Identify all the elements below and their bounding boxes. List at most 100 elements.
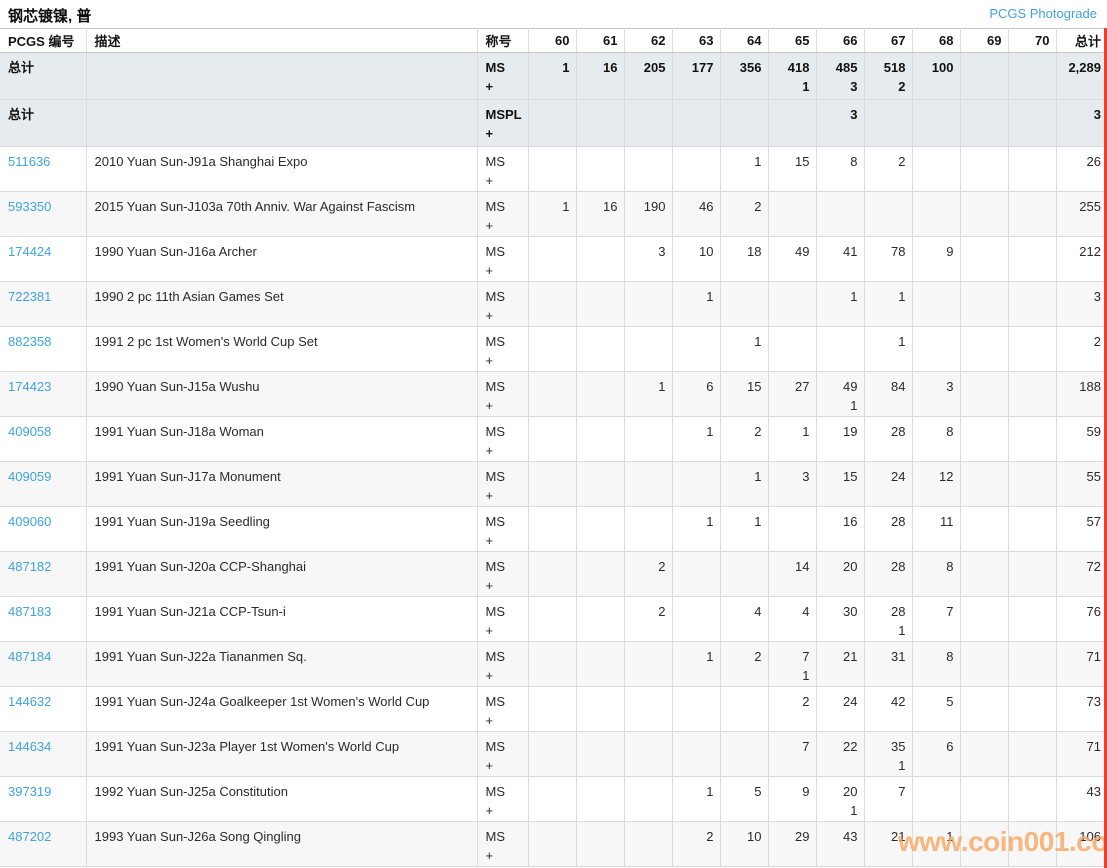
- pcgs-number-link[interactable]: 174424: [8, 244, 51, 259]
- total-count: 2: [1093, 334, 1101, 349]
- grade-62-cell: [623, 416, 673, 462]
- grade-count: 41: [843, 244, 858, 259]
- grade-68-cell: 8: [911, 551, 961, 597]
- grade-69-cell: [959, 236, 1009, 282]
- grade-plus-count: 3: [850, 79, 858, 94]
- grade-64-cell: 10: [719, 821, 769, 867]
- grade-69-cell: [959, 326, 1009, 372]
- designation-plus: +: [485, 713, 494, 728]
- grade-69-cell: [959, 52, 1009, 100]
- total-cell: 57: [1055, 506, 1107, 552]
- grade-count: 11: [940, 514, 954, 529]
- summary-label-cell: 总计: [0, 52, 87, 100]
- pcgs-number-link[interactable]: 593350: [8, 199, 51, 214]
- description-cell: 1991 Yuan Sun-J22a Tiananmen Sq.: [85, 641, 478, 687]
- grade-65-cell: 7: [767, 731, 817, 777]
- grade-count: 5: [946, 694, 954, 709]
- designation-cell: MS +: [476, 191, 529, 237]
- grade-61-cell: [575, 461, 625, 507]
- grade-65-cell: 418 1: [767, 52, 817, 100]
- total-count: 59: [1086, 424, 1101, 439]
- grade-61-cell: [575, 641, 625, 687]
- designation-plus: +: [485, 79, 494, 94]
- pcgs-number-link[interactable]: 397319: [8, 784, 51, 799]
- description-cell: 1992 Yuan Sun-J25a Constitution: [85, 776, 478, 822]
- total-cell: 212: [1055, 236, 1107, 282]
- grade-count: 12: [939, 469, 954, 484]
- total-count: 43: [1086, 784, 1101, 799]
- designation-plus: +: [485, 263, 494, 278]
- grade-64-cell: 356: [719, 52, 769, 100]
- pcgs-number-link[interactable]: 487184: [8, 649, 51, 664]
- grade-62-cell: [623, 641, 673, 687]
- description-cell: 1990 2 pc 11th Asian Games Set: [85, 281, 478, 327]
- pcgs-number-link[interactable]: 487183: [8, 604, 51, 619]
- pcgs-photograde-link[interactable]: PCGS Photograde: [989, 6, 1097, 21]
- grade-67-cell: [863, 191, 913, 237]
- col-header-grade-67: 67: [863, 28, 913, 53]
- designation-name: MS: [485, 604, 506, 619]
- grade-66-cell: 3: [815, 99, 865, 147]
- designation-plus: +: [485, 443, 494, 458]
- coin-description: 2010 Yuan Sun-J91a Shanghai Expo: [94, 154, 308, 169]
- grade-count: 4: [802, 604, 810, 619]
- pcgs-number-link[interactable]: 722381: [8, 289, 51, 304]
- pcgs-number-link[interactable]: 144634: [8, 739, 51, 754]
- coin-description: 1991 Yuan Sun-J20a CCP-Shanghai: [94, 559, 307, 574]
- grade-count: 49: [795, 244, 810, 259]
- grade-count: 3: [658, 244, 666, 259]
- pcgs-number-link[interactable]: 144632: [8, 694, 51, 709]
- pcgs-number-link[interactable]: 487202: [8, 829, 51, 844]
- grade-66-cell: 49 1: [815, 371, 865, 417]
- grade-count: 28: [891, 604, 906, 619]
- coin-description: 1991 Yuan Sun-J18a Woman: [94, 424, 264, 439]
- grade-60-cell: [527, 596, 577, 642]
- pcgs-number-link[interactable]: 409058: [8, 424, 51, 439]
- designation-plus: +: [485, 173, 494, 188]
- grade-count: 35: [891, 739, 906, 754]
- grade-67-cell: 28: [863, 551, 913, 597]
- designation-name: MS: [485, 334, 506, 349]
- grade-67-cell: 21: [863, 821, 913, 867]
- grade-68-cell: 1: [911, 821, 961, 867]
- pcgs-number-link[interactable]: 882358: [8, 334, 51, 349]
- grade-count: 1: [562, 60, 570, 75]
- designation-cell: MS +: [476, 371, 529, 417]
- grade-count: 16: [843, 514, 858, 529]
- grade-66-cell: 20 1: [815, 776, 865, 822]
- grade-70-cell: [1007, 416, 1057, 462]
- grade-60-cell: [527, 281, 577, 327]
- total-cell: 71: [1055, 731, 1107, 777]
- pcgs-number-link[interactable]: 174423: [8, 379, 51, 394]
- pcgs-number-cell: 409058: [0, 416, 87, 462]
- pcgs-number-link[interactable]: 511636: [8, 154, 50, 169]
- designation-plus: +: [485, 758, 494, 773]
- designation-plus: +: [485, 398, 494, 413]
- grade-70-cell: [1007, 236, 1057, 282]
- total-cell: 71: [1055, 641, 1107, 687]
- grade-67-cell: 1: [863, 281, 913, 327]
- grade-67-cell: 28: [863, 506, 913, 552]
- pcgs-number-cell: 487183: [0, 596, 87, 642]
- designation-plus: +: [485, 126, 494, 141]
- coin-description: 1990 Yuan Sun-J15a Wushu: [94, 379, 260, 394]
- pcgs-number-link[interactable]: 409059: [8, 469, 51, 484]
- grade-count: 4: [754, 604, 762, 619]
- pcgs-number-link[interactable]: 487182: [8, 559, 51, 574]
- total-count: 57: [1086, 514, 1101, 529]
- total-count: 26: [1086, 154, 1101, 169]
- grade-count: 356: [739, 60, 762, 75]
- coin-description: 1991 Yuan Sun-J24a Goalkeeper 1st Women'…: [94, 694, 430, 709]
- coin-description: 1991 Yuan Sun-J19a Seedling: [94, 514, 270, 529]
- grade-count: 28: [891, 559, 906, 574]
- designation-cell: MS +: [476, 146, 529, 192]
- grade-61-cell: [575, 99, 625, 147]
- pcgs-number-cell: 174423: [0, 371, 87, 417]
- pcgs-number-link[interactable]: 409060: [8, 514, 51, 529]
- grade-64-cell: 15: [719, 371, 769, 417]
- grade-count: 5: [754, 784, 762, 799]
- grade-count: 29: [795, 829, 810, 844]
- grade-68-cell: 6: [911, 731, 961, 777]
- table-row: 487183 1991 Yuan Sun-J21a CCP-Tsun-i MS +2 4…: [0, 596, 1107, 642]
- grade-62-cell: [623, 731, 673, 777]
